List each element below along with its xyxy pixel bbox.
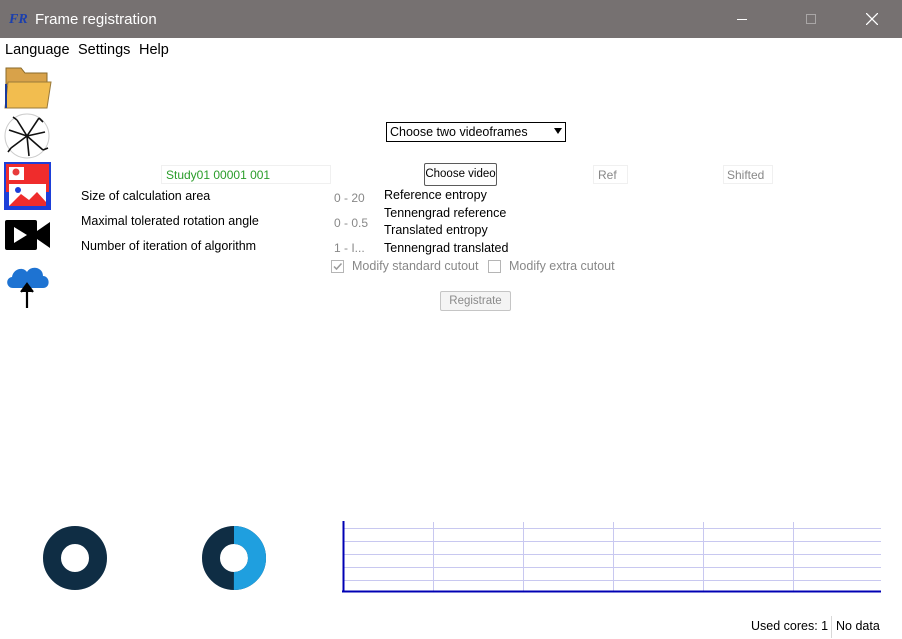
video-button[interactable] [3, 212, 52, 260]
data-status: No data [836, 619, 880, 633]
tennengrad-translated-label: Tennengrad translated [384, 241, 509, 255]
progress-donut-1 [43, 526, 107, 590]
menu-help[interactable]: Help [139, 42, 169, 58]
minimize-icon [737, 18, 747, 20]
maximize-button[interactable] [788, 0, 834, 38]
shifted-field-placeholder: Shifted [727, 168, 765, 182]
close-icon [866, 13, 878, 25]
modify-standard-cutout-label: Modify standard cutout [352, 259, 479, 273]
ref-field[interactable]: Ref [593, 165, 628, 184]
menu-settings[interactable]: Settings [78, 42, 130, 58]
crack-analysis-button[interactable] [3, 112, 52, 160]
plot-grid [343, 522, 881, 591]
image-overlay-button[interactable] [3, 162, 52, 210]
status-divider [831, 616, 832, 638]
iterations-placeholder: 1 - I... [334, 241, 365, 255]
study-field[interactable]: Study01 00001 001 [161, 165, 331, 184]
rotation-angle-input[interactable]: 0 - 0.5 [330, 215, 378, 233]
checkmark-icon [333, 262, 343, 271]
shifted-field[interactable]: Shifted [723, 165, 773, 184]
menu-language[interactable]: Language [5, 42, 70, 58]
window-title: Frame registration [35, 11, 157, 28]
videoframes-select-value: Choose two videoframes [390, 125, 528, 139]
svg-text:FR: FR [9, 12, 28, 26]
progress-donut-2 [202, 526, 266, 590]
used-cores-status: Used cores: 1 [751, 619, 829, 633]
maximize-icon [806, 14, 816, 24]
translated-entropy-label: Translated entropy [384, 223, 488, 237]
folder-icon [4, 67, 52, 109]
iterations-input[interactable]: 1 - I... [330, 240, 378, 258]
close-button[interactable] [849, 0, 895, 38]
calculation-area-label: Size of calculation area [81, 189, 211, 203]
videoframes-select[interactable]: Choose two videoframes [386, 122, 566, 142]
iterations-label: Number of iteration of algorithm [81, 239, 257, 253]
cloud-upload-button[interactable] [3, 262, 52, 310]
calculation-area-placeholder: 0 - 20 [334, 191, 365, 205]
image-overlay-icon [4, 162, 51, 210]
registrate-button[interactable]: Registrate [440, 291, 511, 311]
study-field-value: Study01 00001 001 [166, 168, 271, 182]
rotation-angle-placeholder: 0 - 0.5 [334, 216, 369, 230]
choose-video-button[interactable]: Choose video [424, 163, 497, 186]
reference-entropy-label: Reference entropy [384, 188, 487, 202]
minimize-button[interactable] [719, 0, 765, 38]
open-folder-button[interactable] [3, 62, 52, 110]
app-logo-icon: FR [9, 12, 28, 26]
calculation-area-input[interactable]: 0 - 20 [330, 190, 378, 208]
donut-1-track [43, 526, 107, 590]
ref-field-placeholder: Ref [598, 168, 617, 182]
modify-standard-cutout-checkbox[interactable] [331, 260, 344, 273]
modify-extra-cutout-checkbox[interactable] [488, 260, 501, 273]
crack-pattern-icon [4, 113, 50, 159]
registration-plot [342, 521, 881, 593]
rotation-angle-label: Maximal tolerated rotation angle [81, 214, 259, 228]
cloud-upload-icon [7, 267, 49, 308]
video-camera-icon [5, 220, 50, 250]
modify-extra-cutout-label: Modify extra cutout [509, 259, 615, 273]
tennengrad-reference-label: Tennengrad reference [384, 206, 507, 220]
chevron-down-icon [554, 128, 562, 134]
